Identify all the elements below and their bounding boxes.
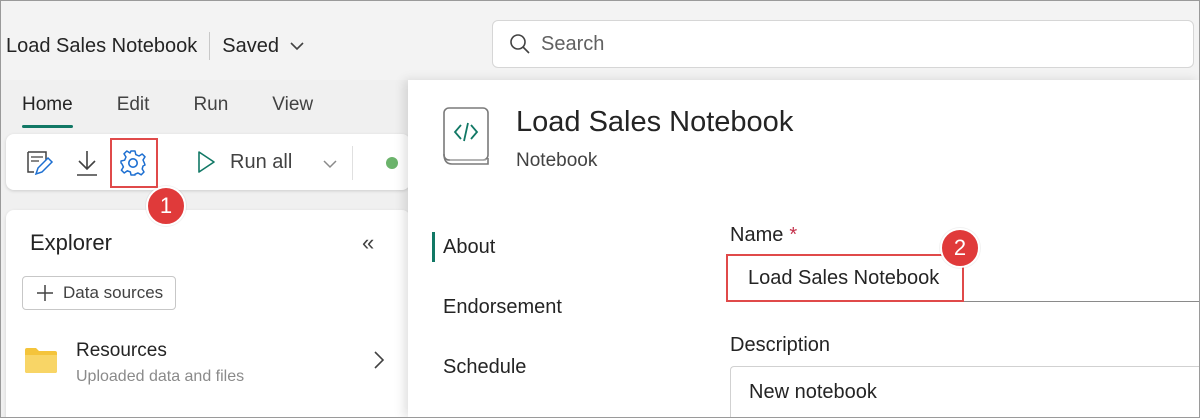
saved-status-dropdown[interactable]: Saved xyxy=(222,35,305,58)
notebook-settings-panel: Load Sales Notebook Notebook About Endor… xyxy=(408,80,1200,418)
edit-notebook-button[interactable] xyxy=(24,148,54,178)
title-area: Load Sales Notebook Saved xyxy=(6,32,305,60)
session-status-dot xyxy=(386,157,398,169)
notebook-icon xyxy=(443,107,489,165)
explorer-pane: Explorer « Data sources Resources Upload… xyxy=(6,210,410,418)
plus-icon xyxy=(37,285,53,301)
settings-icon xyxy=(120,150,146,176)
explorer-title: Explorer xyxy=(30,230,112,255)
top-bar: Load Sales Notebook Saved xyxy=(0,0,1200,80)
panel-title: Load Sales Notebook xyxy=(516,106,794,138)
search-input[interactable] xyxy=(541,32,1141,56)
edit-icon xyxy=(27,151,54,176)
chevron-down-icon xyxy=(290,42,304,51)
title-separator xyxy=(209,32,211,60)
add-data-sources-button[interactable]: Data sources xyxy=(22,276,177,310)
chevron-down-icon xyxy=(323,160,337,169)
tab-home[interactable]: Home xyxy=(0,80,95,130)
name-label-text: Name xyxy=(730,224,784,246)
tab-edit[interactable]: Edit xyxy=(95,80,172,130)
callout-badge-1: 1 xyxy=(146,186,186,226)
resources-subtitle: Uploaded data and files xyxy=(76,368,245,385)
nav-endorsement[interactable]: Endorsement xyxy=(443,296,562,319)
settings-button[interactable] xyxy=(118,148,148,178)
notebook-title[interactable]: Load Sales Notebook xyxy=(6,35,197,58)
nav-about[interactable]: About xyxy=(443,236,495,259)
saved-label: Saved xyxy=(222,34,279,57)
run-all-dropdown[interactable] xyxy=(322,156,338,174)
run-all-button[interactable]: Run all xyxy=(196,150,292,174)
required-asterisk: * xyxy=(789,224,798,246)
search-box[interactable] xyxy=(492,20,1194,68)
callout-badge-2: 2 xyxy=(940,228,980,268)
resources-item[interactable]: Resources Uploaded data and files xyxy=(20,338,400,394)
data-sources-label: Data sources xyxy=(63,283,164,302)
download-button[interactable] xyxy=(72,148,102,178)
play-icon xyxy=(198,151,215,173)
chevron-right-icon xyxy=(374,351,385,369)
folder-icon xyxy=(25,348,57,373)
download-icon xyxy=(77,151,97,176)
ribbon-tabs: Home Edit Run View xyxy=(0,80,410,130)
resources-title: Resources xyxy=(76,340,167,361)
tab-view[interactable]: View xyxy=(250,80,335,130)
collapse-explorer-button[interactable]: « xyxy=(362,230,374,256)
active-nav-indicator xyxy=(432,232,435,262)
search-icon xyxy=(510,34,530,54)
run-all-label: Run all xyxy=(230,150,293,173)
toolbar-divider xyxy=(352,146,353,180)
name-field-label: Name * xyxy=(730,224,797,247)
description-field[interactable] xyxy=(730,366,1200,418)
panel-item-type: Notebook xyxy=(516,150,598,171)
nav-schedule[interactable]: Schedule xyxy=(443,356,526,379)
tab-run[interactable]: Run xyxy=(171,80,250,130)
description-field-label: Description xyxy=(730,334,831,356)
